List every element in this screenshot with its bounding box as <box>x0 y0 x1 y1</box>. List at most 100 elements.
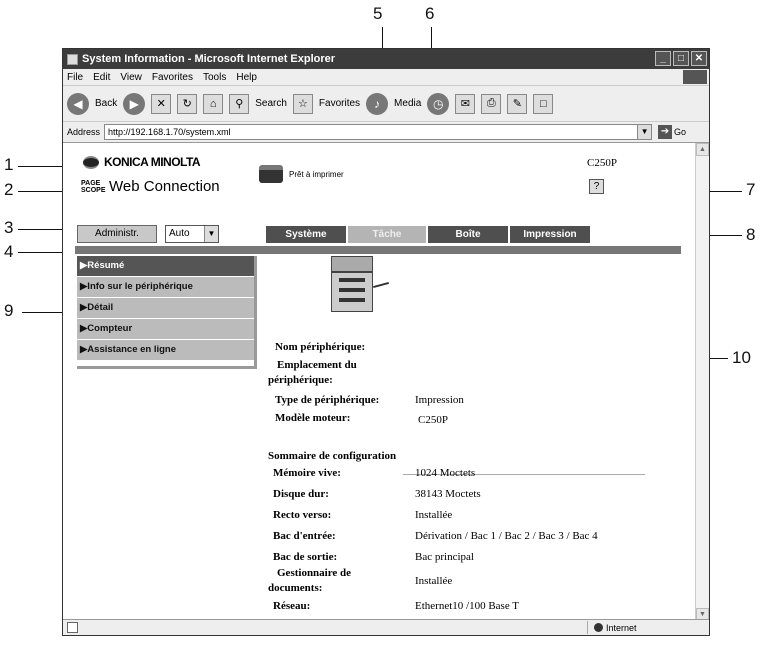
konica-minolta-logo: KONICA MINOLTA <box>83 155 201 169</box>
windows-logo-icon <box>683 70 707 84</box>
menu-view[interactable]: View <box>120 72 142 83</box>
search-icon[interactable]: ⚲ <box>229 93 250 114</box>
status-bar: Internet <box>63 619 709 635</box>
address-input[interactable]: http://192.168.1.70/system.xml ▼ <box>104 124 653 140</box>
print-icon[interactable]: ⎙ <box>481 93 502 114</box>
scroll-up-icon[interactable]: ▲ <box>696 143 709 156</box>
callout-1: 1 <box>4 155 14 174</box>
device-type-label: Type de périphérique: <box>275 394 380 406</box>
media-button-label[interactable]: Media <box>394 98 421 109</box>
callout-6: 6 <box>425 4 435 23</box>
tab-bar: Système Tâche Boîte Impression <box>266 226 592 243</box>
messenger-icon[interactable]: □ <box>533 93 554 114</box>
printer-device-image <box>331 256 389 314</box>
menu-file[interactable]: File <box>67 72 83 83</box>
sidebar-item-info-peripherique[interactable]: ▶Info sur le périphérique <box>77 277 254 297</box>
page-content: KONICA MINOLTA PAGE SCOPE Web Connection… <box>63 143 697 621</box>
tab-impression[interactable]: Impression <box>510 226 592 243</box>
printer-status-text: Prêt à imprimer <box>289 169 344 179</box>
device-type-value: Impression <box>415 394 464 406</box>
sidebar-item-resume[interactable]: ▶Résumé <box>77 256 254 276</box>
mode-select-value: Auto <box>169 228 190 239</box>
page-icon <box>67 622 78 633</box>
sidebar: ▶Résumé ▶Info sur le périphérique ▶Détai… <box>77 256 257 369</box>
sidebar-item-detail[interactable]: ▶Détail <box>77 298 254 318</box>
edit-icon[interactable]: ✎ <box>507 93 528 114</box>
tab-tache[interactable]: Tâche <box>348 226 428 243</box>
admin-button[interactable]: Administr. <box>77 225 157 243</box>
callout-4: 4 <box>4 242 14 261</box>
go-label: Go <box>674 127 687 137</box>
minimize-button[interactable]: _ <box>655 51 671 66</box>
config-row-value: 38143 Moctets <box>415 488 481 500</box>
engine-model-value: C250P <box>418 414 448 426</box>
config-row-label-1: Gestionnaire de <box>277 567 352 579</box>
maximize-button[interactable]: □ <box>673 51 689 66</box>
media-icon[interactable]: ♪ <box>366 92 389 115</box>
config-row-label: Disque dur: <box>273 488 329 500</box>
config-row-label: Réseau: <box>273 600 311 612</box>
address-dropdown-icon[interactable]: ▼ <box>637 125 652 139</box>
tab-boite[interactable]: Boîte <box>428 226 510 243</box>
title-bar: System Information - Microsoft Internet … <box>63 49 709 69</box>
konica-minolta-globe-icon <box>83 155 99 169</box>
callout-5: 5 <box>373 4 383 23</box>
ie-icon <box>67 53 78 65</box>
tab-systeme[interactable]: Système <box>266 226 348 243</box>
config-row-label: Bac de sortie: <box>273 551 338 563</box>
sidebar-item-compteur[interactable]: ▶Compteur <box>77 319 254 339</box>
mode-select[interactable]: Auto ▼ <box>165 225 219 243</box>
mail-icon[interactable]: ✉ <box>455 93 476 114</box>
back-button-label[interactable]: Back <box>95 98 117 109</box>
menu-bar: File Edit View Favorites Tools Help <box>63 69 709 86</box>
menu-tools[interactable]: Tools <box>203 72 226 83</box>
callout-2: 2 <box>4 180 14 199</box>
config-row-value: Dérivation / Bac 1 / Bac 2 / Bac 3 / Bac… <box>415 530 598 542</box>
menu-edit[interactable]: Edit <box>93 72 110 83</box>
device-location-label-2: périphérique: <box>268 374 333 386</box>
browser-window: System Information - Microsoft Internet … <box>62 48 710 636</box>
config-row-value: Bac principal <box>415 551 474 563</box>
config-row-value: Ethernet10 /100 Base T <box>415 600 519 612</box>
config-row-value: 1024 Moctets <box>415 467 476 479</box>
address-url: http://192.168.1.70/system.xml <box>108 127 231 137</box>
forward-arrow-icon[interactable]: ▶ <box>123 92 146 115</box>
search-button-label[interactable]: Search <box>255 98 287 109</box>
brand-name: KONICA MINOLTA <box>104 155 201 169</box>
address-label: Address <box>67 127 101 137</box>
config-row-label: Bac d'entrée: <box>273 530 336 542</box>
favorites-star-icon[interactable]: ☆ <box>292 93 313 114</box>
close-button[interactable]: ✕ <box>691 51 707 66</box>
device-location-label-1: Emplacement du <box>277 359 357 371</box>
internet-globe-icon <box>594 623 603 632</box>
printer-status-icon <box>259 165 283 183</box>
zone-label: Internet <box>606 622 637 633</box>
history-icon[interactable]: ◷ <box>427 92 450 115</box>
product-name: Web Connection <box>109 178 220 195</box>
toolbar: ◀ Back ▶ ✕ ↻ ⌂ ⚲ Search ☆ Favorites ♪ Me… <box>63 86 709 122</box>
callout-10: 10 <box>732 348 751 367</box>
pagescope-logo: PAGE SCOPE Web Connection <box>81 178 220 195</box>
menu-help[interactable]: Help <box>236 72 257 83</box>
go-arrow-icon: ➔ <box>658 125 673 139</box>
pagescope-small-text: PAGE SCOPE <box>81 179 106 194</box>
back-arrow-icon[interactable]: ◀ <box>67 92 89 115</box>
stop-icon[interactable]: ✕ <box>151 93 172 114</box>
config-summary-title: Sommaire de configuration <box>268 450 397 462</box>
config-row-value: Installée <box>415 575 453 587</box>
callout-9: 9 <box>4 301 14 320</box>
printer-status: Prêt à imprimer <box>259 165 344 183</box>
help-button[interactable]: ? <box>589 179 604 194</box>
favorites-button-label[interactable]: Favorites <box>319 98 360 109</box>
sidebar-item-assistance[interactable]: ▶Assistance en ligne <box>77 340 254 360</box>
vertical-scrollbar[interactable]: ▲ ▼ <box>695 143 709 621</box>
chevron-down-icon[interactable]: ▼ <box>204 226 218 242</box>
config-row-label: Mémoire vive: <box>273 467 341 479</box>
config-row-value: Installée <box>415 509 453 521</box>
go-button[interactable]: ➔ Go <box>658 125 686 139</box>
refresh-icon[interactable]: ↻ <box>177 93 198 114</box>
callout-8: 8 <box>746 225 756 244</box>
home-icon[interactable]: ⌂ <box>203 93 224 114</box>
menu-favorites[interactable]: Favorites <box>152 72 193 83</box>
callout-7: 7 <box>746 180 756 199</box>
